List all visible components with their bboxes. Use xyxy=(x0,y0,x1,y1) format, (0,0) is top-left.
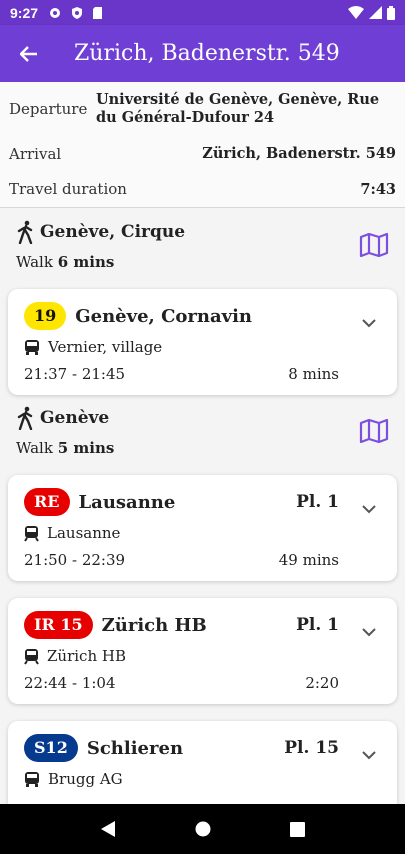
ride-time-range: 21:50 - 22:39 xyxy=(24,551,126,569)
ride-card[interactable]: S12 Schlieren Pl. 15 Brugg AG xyxy=(8,721,397,804)
trip-summary: Departure Université de Genève, Genève, … xyxy=(0,82,405,208)
line-badge: IR 15 xyxy=(24,611,93,639)
ride-duration: 8 mins xyxy=(288,365,339,383)
walk-time: 6 mins xyxy=(57,253,115,271)
ride-direction: Zürich HB xyxy=(47,647,126,665)
platform: Pl. 15 xyxy=(284,738,339,758)
line-badge: S12 xyxy=(24,734,78,762)
platform: Pl. 1 xyxy=(296,615,339,635)
nav-recents-icon[interactable] xyxy=(290,821,306,837)
duration-value: 7:43 xyxy=(360,180,396,198)
map-icon[interactable] xyxy=(359,233,389,257)
walk-leg: Genève, Cirque Walk 6 mins xyxy=(0,209,405,289)
line-badge: RE xyxy=(24,488,70,516)
walk-duration: Walk 5 mins xyxy=(16,439,389,457)
duration-label: Travel duration xyxy=(9,180,127,198)
back-button[interactable] xyxy=(0,25,58,82)
bus-icon xyxy=(25,339,39,355)
train-icon xyxy=(24,525,39,542)
walking-person-icon xyxy=(17,220,33,244)
system-nav-bar xyxy=(0,804,405,854)
departure-label: Departure xyxy=(9,100,88,118)
chevron-down-icon[interactable] xyxy=(361,749,377,761)
sd-card-icon xyxy=(93,6,103,19)
walk-duration: Walk 6 mins xyxy=(16,253,389,271)
walk-destination: Genève, Cirque xyxy=(40,222,186,242)
arrival-value: Zürich, Badenerstr. 549 xyxy=(202,145,396,162)
ride-card[interactable]: RE Lausanne Pl. 1 Lausanne 21:50 - 22:39… xyxy=(8,475,397,581)
ride-time-range: 22:44 - 1:04 xyxy=(24,674,116,692)
ride-duration: 2:20 xyxy=(305,674,339,692)
ride-direction: Lausanne xyxy=(47,524,121,542)
gear-icon xyxy=(50,7,61,18)
arrival-row: Arrival Zürich, Badenerstr. 549 xyxy=(9,136,396,171)
chevron-down-icon[interactable] xyxy=(361,317,377,329)
platform: Pl. 1 xyxy=(296,492,339,512)
chevron-down-icon[interactable] xyxy=(361,626,377,638)
ride-destination: Genève, Cornavin xyxy=(75,305,253,327)
ride-destination: Zürich HB xyxy=(101,614,207,636)
ride-time-range: 21:37 - 21:45 xyxy=(24,365,126,383)
wifi-icon xyxy=(348,6,364,19)
page-title: Zürich, Badenerstr. 549 xyxy=(74,41,340,66)
ride-destination: Schlieren xyxy=(86,737,184,759)
arrival-label: Arrival xyxy=(9,144,62,163)
train-icon xyxy=(24,648,39,665)
signal-icon xyxy=(369,6,382,19)
app-bar: Zürich, Badenerstr. 549 xyxy=(0,25,405,82)
map-icon[interactable] xyxy=(359,419,389,443)
duration-row: Travel duration 7:43 xyxy=(9,171,396,207)
battery-icon xyxy=(387,5,395,20)
trip-legs: Genève, Cirque Walk 6 mins 19 Genève, Co… xyxy=(0,209,405,804)
status-time: 9:27 xyxy=(10,4,39,21)
ride-direction: Vernier, village xyxy=(48,338,163,356)
nav-back-icon[interactable] xyxy=(100,820,116,838)
departure-value: Université de Genève, Genève, Rue du Gén… xyxy=(96,91,380,126)
walk-label: Walk xyxy=(16,439,53,457)
ride-card[interactable]: 19 Genève, Cornavin Vernier, village 21:… xyxy=(8,289,397,395)
ride-card[interactable]: IR 15 Zürich HB Pl. 1 Zürich HB 22:44 - … xyxy=(8,598,397,704)
line-badge: 19 xyxy=(24,302,67,330)
chevron-down-icon[interactable] xyxy=(361,503,377,515)
departure-row: Departure Université de Genève, Genève, … xyxy=(9,82,396,136)
arrow-left-icon xyxy=(20,45,37,62)
shield-icon xyxy=(72,6,83,19)
walk-label: Walk xyxy=(16,253,53,271)
ride-destination: Lausanne xyxy=(78,491,176,513)
walking-person-icon xyxy=(17,406,33,430)
nav-home-icon[interactable] xyxy=(195,821,211,837)
bus-icon xyxy=(25,771,39,787)
status-bar: 9:27 xyxy=(0,0,405,25)
walk-destination: Genève xyxy=(40,408,110,428)
walk-time: 5 mins xyxy=(57,439,115,457)
walk-leg: Genève Walk 5 mins xyxy=(0,395,405,475)
ride-direction: Brugg AG xyxy=(48,770,123,788)
ride-duration: 49 mins xyxy=(278,551,339,569)
